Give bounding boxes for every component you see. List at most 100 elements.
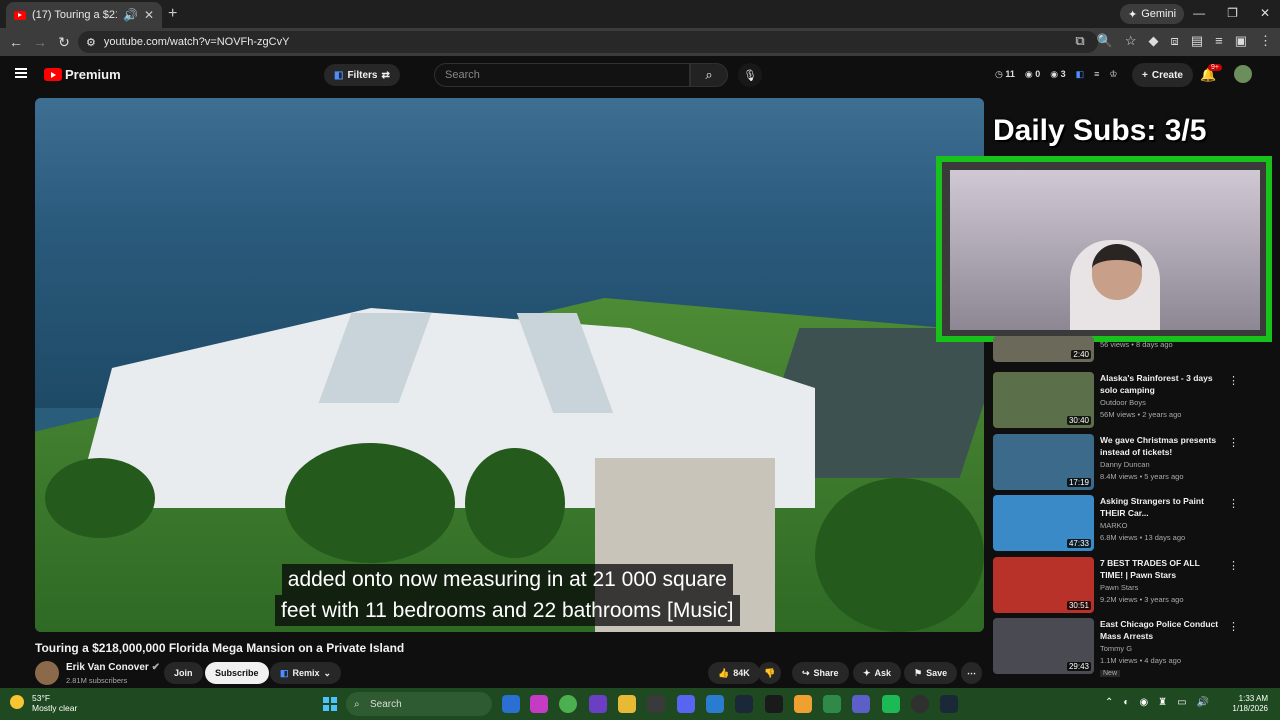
list-item[interactable]: 47:33 Asking Strangers to Paint THEIR Ca…: [993, 495, 1243, 555]
dislike-button[interactable]: 👎: [758, 662, 782, 684]
search-input[interactable]: Search: [434, 63, 690, 87]
list-item[interactable]: 17:19 We gave Christmas presents instead…: [993, 434, 1243, 494]
filters-button[interactable]: ◧ Filters ⇄: [324, 64, 400, 86]
file-explorer-icon[interactable]: [618, 695, 636, 713]
video-title[interactable]: East Chicago Police Conduct Mass Arrests: [1100, 618, 1222, 642]
sidepanel-icon[interactable]: ▤: [1191, 33, 1203, 49]
chrome-icon[interactable]: [559, 695, 577, 713]
subscribe-button[interactable]: Subscribe: [205, 662, 269, 684]
video-thumbnail[interactable]: 47:33: [993, 495, 1094, 551]
taskbar-app-icon[interactable]: [823, 695, 841, 713]
menu-icon[interactable]: ⋮: [1259, 33, 1272, 49]
address-bar[interactable]: ⚙ youtube.com/watch?v=NOVFh-zgCvY: [78, 31, 1098, 53]
mute-tab-icon[interactable]: 🔊: [123, 8, 138, 22]
ext-icon-2[interactable]: ≡: [1094, 69, 1099, 80]
search-button[interactable]: ⌕: [690, 63, 728, 87]
weather-widget[interactable]: 53°F Mostly clear: [10, 693, 77, 713]
minimize-button[interactable]: —: [1193, 6, 1205, 20]
taskbar-app-icon[interactable]: [940, 695, 958, 713]
video-thumbnail[interactable]: 30:40: [993, 372, 1094, 428]
video-thumbnail[interactable]: 29:43: [993, 618, 1094, 674]
video-title[interactable]: We gave Christmas presents instead of ti…: [1100, 434, 1222, 458]
remix-button[interactable]: ◧ Remix ⌄: [270, 662, 342, 684]
new-tab-button[interactable]: +: [168, 5, 177, 23]
more-options-icon[interactable]: ⋮: [1228, 436, 1239, 449]
hamburger-menu-icon[interactable]: [15, 68, 27, 78]
channel-name[interactable]: Pawn Stars: [1100, 583, 1230, 592]
more-options-icon[interactable]: ⋮: [1228, 374, 1239, 387]
taskbar-app-icon[interactable]: [765, 695, 783, 713]
taskbar-app-icon[interactable]: [882, 695, 900, 713]
list-item[interactable]: 29:43 East Chicago Police Conduct Mass A…: [993, 618, 1243, 678]
video-title[interactable]: 7 BEST TRADES OF ALL TIME! | Pawn Stars: [1100, 557, 1222, 581]
channel-avatar[interactable]: [35, 661, 59, 685]
taskbar-app-icon[interactable]: [502, 695, 520, 713]
forward-button[interactable]: →: [28, 34, 52, 50]
zoom-icon[interactable]: 🔍: [1097, 33, 1113, 49]
back-button[interactable]: ←: [4, 34, 28, 50]
site-info-icon[interactable]: ⚙: [86, 36, 96, 49]
taskbar-app-icon[interactable]: [589, 695, 607, 713]
media-icon[interactable]: ≡: [1215, 33, 1223, 49]
tray-app-icon[interactable]: ◉: [1139, 697, 1148, 708]
more-options-icon[interactable]: ⋮: [1228, 559, 1239, 572]
ext-icon-1[interactable]: ◧: [1076, 69, 1085, 80]
taskbar-app-icon[interactable]: [647, 695, 665, 713]
more-options-icon[interactable]: ⋮: [1228, 497, 1239, 510]
close-window-button[interactable]: ✕: [1260, 6, 1270, 20]
puzzle-icon[interactable]: ⧈: [1171, 33, 1179, 49]
display-icon[interactable]: ▭: [1177, 697, 1186, 708]
like-count: 84K: [733, 668, 750, 678]
ask-button[interactable]: ✦ Ask: [853, 662, 902, 684]
windows-start-icon[interactable]: [323, 697, 337, 711]
voice-search-button[interactable]: 🎙: [738, 63, 762, 87]
extension-icon[interactable]: ◆: [1149, 33, 1159, 49]
ext-icon-3[interactable]: ♔: [1109, 69, 1117, 80]
video-thumbnail[interactable]: 2:40: [993, 336, 1094, 362]
profile-icon[interactable]: ▣: [1235, 33, 1247, 49]
list-item[interactable]: 2:40 56 views • 8 days ago: [993, 336, 1243, 368]
channel-name-main[interactable]: Erik Van Conover ✔: [66, 662, 160, 673]
teams-icon[interactable]: [852, 695, 870, 713]
taskbar-search[interactable]: ⌕ Search: [346, 692, 492, 716]
channel-name[interactable]: Tommy G: [1100, 644, 1230, 653]
speaker-icon[interactable]: 🔊: [1197, 697, 1209, 708]
more-actions-button[interactable]: ⋯: [961, 662, 982, 684]
maximize-button[interactable]: ❐: [1227, 6, 1238, 20]
browser-extensions: ⧉ 🔍 ☆ ◆ ⧈ ▤ ≡ ▣ ⋮: [1075, 33, 1272, 49]
channel-name[interactable]: MARKO: [1100, 521, 1230, 530]
chevron-up-icon[interactable]: ⌃: [1105, 697, 1113, 708]
taskbar-app-icon[interactable]: [530, 695, 548, 713]
list-item[interactable]: 30:51 7 BEST TRADES OF ALL TIME! | Pawn …: [993, 557, 1243, 617]
share-button[interactable]: ↪ Share: [792, 662, 849, 684]
discord-icon[interactable]: [677, 695, 695, 713]
video-title[interactable]: Alaska's Rainforest - 3 days solo campin…: [1100, 372, 1222, 396]
create-button[interactable]: + Create: [1132, 63, 1193, 87]
taskbar-app-icon[interactable]: [794, 695, 812, 713]
video-title[interactable]: Asking Strangers to Paint THEIR Car...: [1100, 495, 1222, 519]
more-options-icon[interactable]: ⋮: [1228, 620, 1239, 633]
video-thumbnail[interactable]: 30:51: [993, 557, 1094, 613]
channel-name[interactable]: Outdoor Boys: [1100, 398, 1230, 407]
tray-app-icon[interactable]: ♜: [1158, 697, 1167, 708]
install-icon[interactable]: ⧉: [1075, 33, 1084, 49]
steam-icon[interactable]: [735, 695, 753, 713]
taskbar-app-icon[interactable]: [706, 695, 724, 713]
gemini-button[interactable]: ✦ Gemini: [1120, 4, 1185, 24]
join-button[interactable]: Join: [164, 662, 203, 684]
bookmark-star-icon[interactable]: ☆: [1125, 33, 1137, 49]
obs-icon[interactable]: [911, 695, 929, 713]
like-button[interactable]: 👍 84K: [708, 662, 760, 684]
close-tab-icon[interactable]: ✕: [144, 8, 154, 22]
tray-app-icon[interactable]: ◐: [1123, 697, 1129, 708]
video-thumbnail[interactable]: 17:19: [993, 434, 1094, 490]
save-button[interactable]: ⚑ Save: [904, 662, 958, 684]
channel-name[interactable]: Danny Duncan: [1100, 460, 1230, 469]
reload-button[interactable]: ↻: [52, 34, 76, 51]
browser-tab[interactable]: (17) Touring a $218,000,000 🔊 ✕: [6, 2, 162, 28]
list-item[interactable]: 30:40 Alaska's Rainforest - 3 days solo …: [993, 372, 1243, 432]
clock[interactable]: 1:33 AM 1/18/2026: [1232, 694, 1268, 714]
youtube-logo[interactable]: Premium: [44, 67, 121, 82]
user-avatar[interactable]: [1234, 65, 1252, 83]
video-player[interactable]: added onto now measuring in at 21 000 sq…: [35, 98, 984, 632]
